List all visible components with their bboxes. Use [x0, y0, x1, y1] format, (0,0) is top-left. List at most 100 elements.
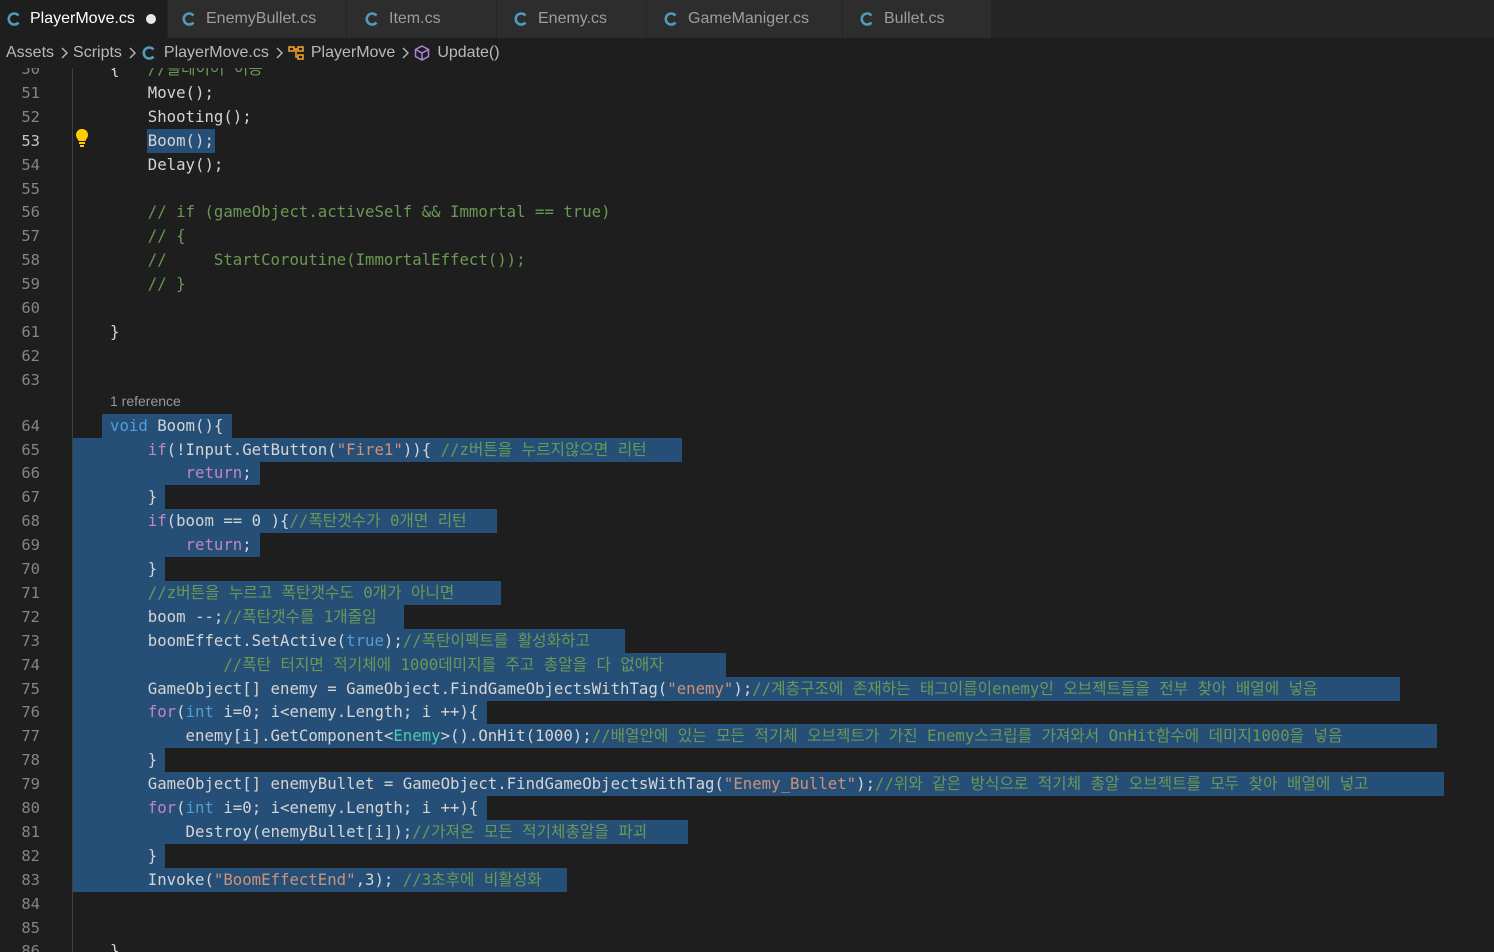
lightbulb-icon[interactable]	[74, 128, 90, 148]
code-text: }	[110, 487, 158, 507]
chevron-right-icon	[402, 47, 410, 59]
code-line[interactable]: 52 Shooting();	[0, 105, 1494, 129]
code-text: // {	[147, 226, 186, 246]
line-number: 76	[21, 703, 40, 722]
code-text: }	[110, 845, 158, 865]
code-line[interactable]: 74 //폭탄 터지면 적기체에 1000데미지를 주고 총알을 다 없애자	[0, 652, 1494, 677]
csharp-file-icon	[182, 12, 195, 26]
csharp-file-icon	[365, 12, 378, 26]
csharp-file-icon	[664, 12, 677, 26]
code-line[interactable]: 76 for(int i=0; i<enemy.Length; i ++){	[0, 700, 1494, 725]
tab-bullet[interactable]: Bullet.cs	[843, 0, 991, 38]
code-line[interactable]: 54 Delay();	[0, 153, 1494, 177]
code-text: Shooting();	[110, 106, 252, 126]
code-line[interactable]: 64 void Boom(){	[0, 413, 1494, 438]
code-line[interactable]: 63	[0, 368, 1494, 392]
code-line[interactable]: 61}	[0, 320, 1494, 344]
line-number: 50	[21, 68, 40, 78]
code-text: Delay();	[110, 154, 224, 174]
code-line[interactable]: 70 }	[0, 557, 1494, 581]
code-line[interactable]: 56 // if (gameObject.activeSelf && Immor…	[0, 200, 1494, 224]
breadcrumb-file-label: PlayerMove.cs	[163, 44, 269, 61]
modified-dot-icon[interactable]	[145, 14, 156, 24]
code-text: Boom();	[110, 130, 214, 150]
code-text: boom --;//폭탄갯수를 1개줄임	[110, 606, 377, 626]
code-text: GameObject[] enemyBullet = GameObject.Fi…	[110, 774, 1369, 794]
codelens-reference[interactable]: 1 reference	[110, 391, 181, 411]
code-line[interactable]: 58 // StartCoroutine(ImmortalEffect());	[0, 248, 1494, 272]
tab-label: EnemyBullet.cs	[206, 10, 317, 27]
code-line[interactable]: 69 return;	[0, 533, 1494, 558]
breadcrumb-assets[interactable]: Assets	[6, 44, 54, 62]
breadcrumb-file[interactable]: PlayerMove.cs	[141, 44, 269, 62]
code-text: boomEffect.SetActive(true);//폭탄이펙트를 활성화하…	[110, 630, 590, 650]
breadcrumb-method-label: Update()	[437, 44, 500, 61]
csharp-file-icon	[7, 12, 20, 26]
code-line[interactable]: 65 if(!Input.GetButton("Fire1")){ //z버튼을…	[0, 437, 1494, 462]
code-line[interactable]: 71 //z버튼을 누르고 폭탄갯수도 0개가 아니면	[0, 580, 1494, 605]
code-text: for(int i=0; i<enemy.Length; i ++){	[147, 798, 479, 817]
code-text: }	[110, 750, 158, 770]
line-number: 51	[21, 83, 40, 102]
csharp-file-icon	[514, 12, 527, 26]
code-line[interactable]: 73 boomEffect.SetActive(true);//폭탄이펙트를 활…	[0, 628, 1494, 653]
line-number: 84	[21, 894, 40, 913]
code-line[interactable]: 72 boom --;//폭탄갯수를 1개줄임	[0, 604, 1494, 629]
line-number: 75	[21, 679, 40, 698]
line-number: 83	[21, 870, 40, 889]
class-icon	[288, 46, 304, 60]
code-line[interactable]: 81 Destroy(enemyBullet[i]);//가져온 모든 적기체총…	[0, 819, 1494, 844]
breadcrumb-scripts[interactable]: Scripts	[73, 44, 122, 62]
code-line[interactable]: 80 for(int i=0; i<enemy.Length; i ++){	[0, 796, 1494, 820]
code-text: // if (gameObject.activeSelf && Immortal…	[147, 202, 611, 222]
code-line[interactable]: 62	[0, 344, 1494, 368]
line-number: 81	[21, 822, 40, 841]
code-text: GameObject[] enemy = GameObject.FindGame…	[110, 678, 1318, 698]
code-line[interactable]: 66 return;	[0, 461, 1494, 486]
code-line[interactable]: 57 // {	[0, 224, 1494, 248]
tab-label: GameManiger.cs	[688, 10, 809, 27]
breadcrumb-method[interactable]: Update()	[414, 44, 500, 62]
code-line[interactable]: 55	[0, 177, 1494, 201]
code-line[interactable]: 59 // }	[0, 272, 1494, 296]
code-line[interactable]: 53 Boom();	[0, 128, 1494, 153]
code-line[interactable]: 50 { //플레이어 이동	[0, 68, 1494, 81]
line-number: 69	[21, 536, 40, 555]
code-text: Destroy(enemyBullet[i]);//가져온 모든 적기체총알을 …	[110, 821, 648, 841]
code-line[interactable]: 68 if(boom == 0 ){//폭탄갯수가 0개면 리턴	[0, 509, 1494, 534]
tab-gamemaniger[interactable]: GameManiger.cs	[647, 0, 842, 38]
line-number: 78	[21, 751, 40, 770]
code-line[interactable]: 77 enemy[i].GetComponent<Enemy>().OnHit(…	[0, 724, 1494, 749]
code-line[interactable]: 75 GameObject[] enemy = GameObject.FindG…	[0, 676, 1494, 701]
line-number: 82	[21, 846, 40, 865]
csharp-file-icon	[860, 12, 873, 26]
code-line[interactable]: 51 Move();	[0, 81, 1494, 105]
tab-label: Item.cs	[389, 10, 441, 27]
tab-label: Enemy.cs	[538, 10, 608, 27]
code-editor[interactable]: 50{ //플레이어 이동 51 Move(); 52 Shooting(); 53 …	[0, 68, 1494, 952]
method-cube-icon	[415, 45, 430, 61]
line-number: 65	[21, 440, 40, 459]
code-text: return;	[185, 463, 252, 483]
code-line[interactable]: 79 GameObject[] enemyBullet = GameObject…	[0, 772, 1494, 797]
code-line[interactable]: 67 }	[0, 485, 1494, 510]
tab-enemy[interactable]: Enemy.cs	[497, 0, 646, 38]
code-text: if(boom == 0 ){//폭탄갯수가 0개면 리턴	[147, 511, 467, 531]
line-number: 77	[21, 727, 40, 746]
line-number: 67	[21, 488, 40, 507]
code-line[interactable]: 84	[0, 892, 1494, 916]
tab-playermove[interactable]: PlayerMove.cs	[0, 0, 168, 38]
line-number: 73	[21, 631, 40, 650]
code-line[interactable]: 82 }	[0, 843, 1494, 868]
code-line[interactable]: 60	[0, 296, 1494, 320]
code-text: // }	[147, 274, 186, 294]
line-number: 63	[21, 370, 40, 389]
code-line[interactable]: 78 }	[0, 748, 1494, 773]
tab-enemybullet-cell[interactable]: EnemyBullet.cs	[168, 0, 346, 38]
code-line[interactable]: 83 Invoke("BoomEffectEnd",3); //3초후에 비활성…	[0, 867, 1494, 892]
code-line[interactable]: 85	[0, 916, 1494, 940]
tab-item[interactable]: Item.cs	[347, 0, 496, 38]
code-line[interactable]: 86}	[0, 939, 1494, 952]
tab-label: Bullet.cs	[884, 10, 945, 27]
breadcrumb-class[interactable]: PlayerMove	[288, 44, 395, 62]
